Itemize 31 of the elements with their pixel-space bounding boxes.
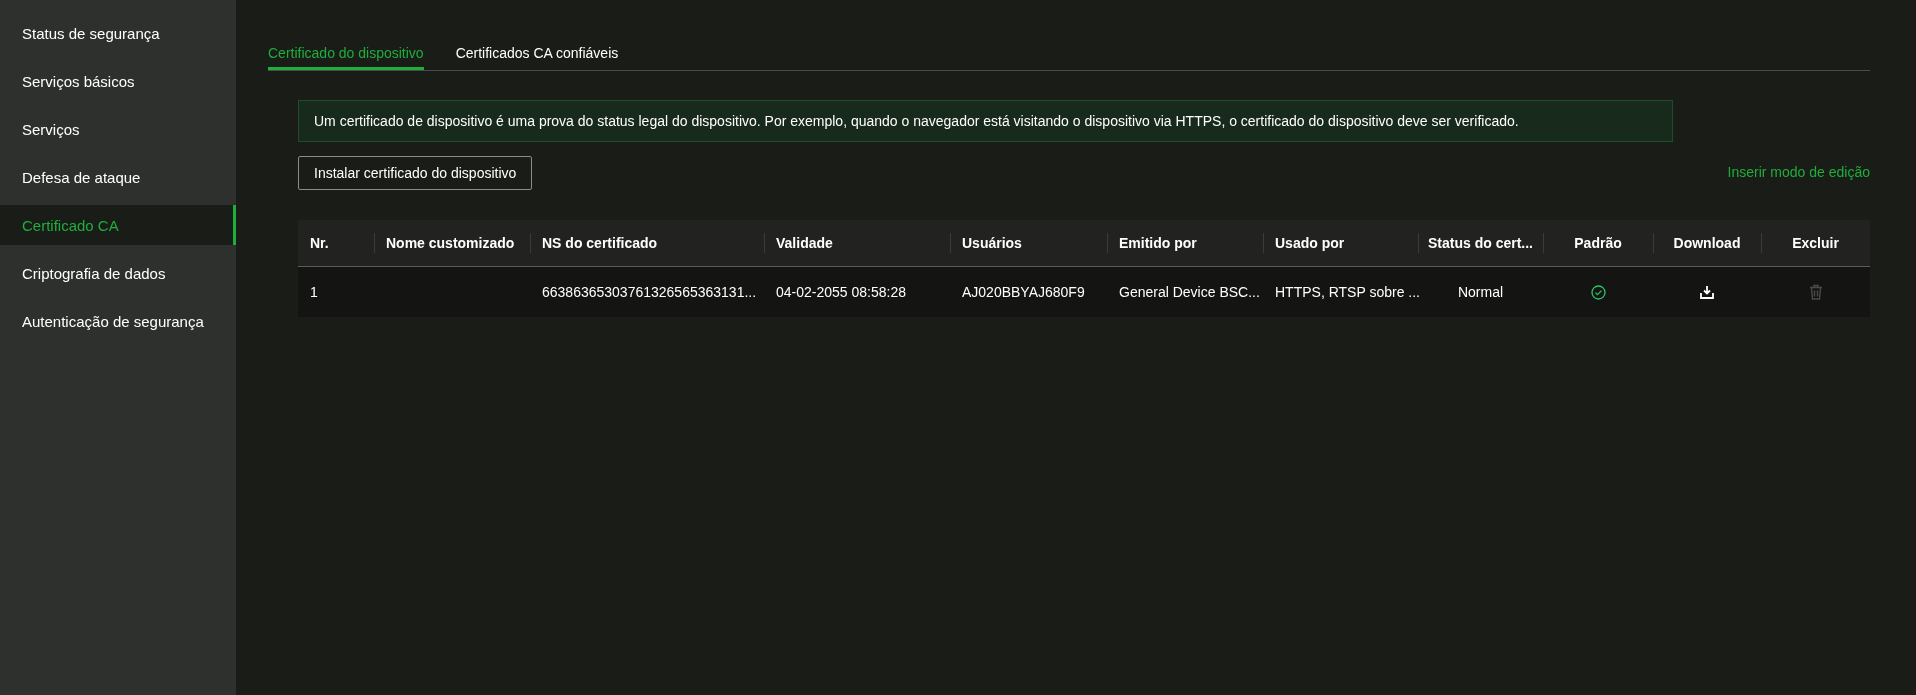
- table-cell: 66386365303761326565363131...: [542, 284, 757, 300]
- column-header: Nr.: [310, 235, 329, 251]
- sidebar-item[interactable]: Serviços básicos: [0, 61, 236, 101]
- column-header: Excluir: [1792, 235, 1839, 251]
- column-header: NS do certificado: [542, 235, 658, 251]
- sidebar-item[interactable]: Certificado CA: [0, 205, 236, 245]
- sidebar-item[interactable]: Autenticação de segurança: [0, 301, 236, 341]
- sidebar-item[interactable]: Defesa de ataque: [0, 157, 236, 197]
- sidebar-item[interactable]: Criptografia de dados: [0, 253, 236, 293]
- edit-mode-link[interactable]: Inserir modo de edição: [1727, 164, 1870, 180]
- tab[interactable]: Certificados CA confiáveis: [455, 38, 619, 70]
- column-header: Status do cert...: [1428, 235, 1533, 251]
- table-cell: HTTPS, RTSP sobre ...: [1275, 284, 1420, 300]
- table-cell: 1: [310, 284, 318, 300]
- table-cell: 04-02-2055 08:58:28: [776, 284, 906, 300]
- column-header: Usuários: [962, 235, 1022, 251]
- info-message: Um certificado de dispositivo é uma prova do status legal do dispositivo. Por exemplo, quando o navegador está visitando o dispositivo via HTTPS, o certificado do dispositivo deve ser verificado.: [298, 100, 1673, 142]
- column-header: Usado por: [1275, 235, 1345, 251]
- table-cell: General Device BSC...: [1119, 284, 1260, 300]
- column-header: Nome customizado: [386, 235, 515, 251]
- sidebar-item[interactable]: Status de segurança: [0, 13, 236, 53]
- table-cell: AJ020BBYAJ680F9: [962, 284, 1085, 300]
- tab[interactable]: Certificado do dispositivo: [268, 38, 424, 70]
- table-cell: Normal: [1457, 284, 1504, 300]
- column-header: Emitido por: [1119, 235, 1197, 251]
- column-header: Download: [1673, 235, 1741, 251]
- sidebar-item[interactable]: Serviços: [0, 109, 236, 149]
- column-header: Validade: [776, 235, 833, 251]
- column-header: Padrão: [1574, 235, 1622, 251]
- install-certificate-button[interactable]: Instalar certificado do dispositivo: [298, 156, 533, 190]
- download-icon[interactable]: [1700, 285, 1714, 299]
